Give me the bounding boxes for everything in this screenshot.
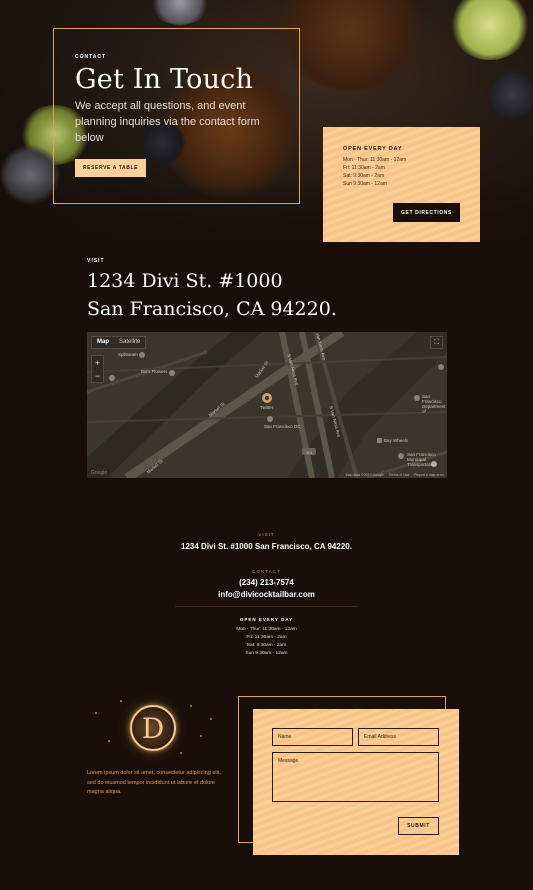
info-address: 1234 Divi St. #1000 San Francisco, CA 94…	[181, 542, 352, 551]
info-hours-line: Fri: 11:30am - 2am	[246, 635, 287, 640]
poi-icon[interactable]	[414, 395, 420, 401]
map-label: Bis's Flowers	[141, 369, 168, 374]
hours-line: Mon - Thur: 11:30am - 12am	[343, 157, 407, 163]
visit-eyebrow: VISIT	[87, 258, 105, 264]
info-contact-eyebrow: CONTACT	[252, 569, 281, 574]
visit-address: 1234 Divi St. #1000 San Francisco, CA 94…	[87, 267, 337, 323]
sparkle	[210, 718, 212, 720]
zoom-in-button[interactable]: +	[92, 356, 103, 369]
berry-decoration	[490, 70, 533, 120]
poi-icon[interactable]	[169, 370, 175, 376]
map-pin-center	[265, 396, 269, 400]
map-label: San Francisco Municipal Transportation	[407, 452, 436, 467]
zoom-out-button[interactable]: −	[92, 369, 103, 382]
contact-form: Name Email Address Message SUBMIT	[253, 709, 459, 855]
ice-decoration-2	[150, 0, 210, 25]
sparkle	[108, 740, 110, 742]
info-hours-line: Sat: 9:30am - 2am	[246, 643, 287, 648]
hours-line: Sun 9:30am - 12am	[343, 181, 387, 187]
address-line-2: San Francisco, CA 94220.	[87, 298, 337, 320]
hours-list: Mon - Thur: 11:30am - 12am Fri: 11:30am …	[343, 156, 406, 188]
terms-link[interactable]: Terms of Use	[389, 473, 410, 477]
hero-eyebrow: CONTACT	[75, 54, 107, 60]
email-field[interactable]: Email Address	[358, 728, 439, 746]
map-label: San Francisco Department of	[422, 394, 446, 414]
poi-icon[interactable]	[139, 352, 145, 358]
sparkle	[95, 712, 97, 714]
info-hours-list: Mon - Thur: 11:30am - 12am Fri: 11:30am …	[0, 626, 533, 658]
footer-description: Lorem ipsum dolor sit amet, consectetur …	[87, 770, 221, 795]
map-type-satellite[interactable]: Satellite	[114, 337, 145, 348]
info-email[interactable]: info@divicocktailbar.com	[0, 590, 533, 599]
lime-decoration	[450, 0, 530, 60]
page-title: Get In Touch	[75, 64, 254, 95]
info-hours-line: Mon - Thur: 11:30am - 12am	[236, 627, 297, 632]
map-label: Bay Wheels	[384, 438, 409, 443]
map-type-toggle[interactable]: Map Satellite	[91, 336, 147, 349]
info-visit-eyebrow: VISIT	[258, 532, 275, 537]
address-line-1: 1234 Divi St. #1000	[87, 270, 283, 292]
map-label: Twitter	[260, 405, 274, 410]
hours-card: OPEN EVERY DAY Mon - Thur: 11:30am - 12a…	[323, 127, 480, 242]
poi-icon[interactable]	[398, 453, 404, 459]
poi-icon[interactable]	[438, 364, 444, 370]
info-hours-title: OPEN EVERY DAY	[239, 617, 294, 622]
submit-button[interactable]: SUBMIT	[398, 817, 439, 835]
embedded-map[interactable]: Map Satellite ⛶ + − Splitseam Bis's Flow…	[87, 332, 447, 478]
map-data-credit: Map data ©2019 Google	[345, 473, 384, 477]
sparkle	[180, 752, 182, 754]
map-label: San Francisco DC	[264, 424, 301, 429]
highway-label: 101	[306, 450, 313, 455]
sparkle	[200, 735, 202, 737]
map-type-map[interactable]: Map	[92, 337, 114, 348]
google-logo: Google	[91, 470, 108, 476]
map-label: Splitseam	[118, 352, 138, 357]
fullscreen-icon[interactable]: ⛶	[430, 336, 443, 349]
poi-icon[interactable]	[109, 375, 115, 381]
info-hours-line: Sun 9:30am - 12am	[245, 651, 288, 656]
message-field[interactable]: Message	[272, 752, 439, 802]
brand-logo: D	[117, 693, 187, 763]
divider	[175, 606, 358, 607]
poi-icon[interactable]	[267, 416, 273, 422]
get-directions-button[interactable]: GET DIRECTIONS	[393, 203, 460, 222]
info-phone[interactable]: (234) 213-7574	[0, 578, 533, 587]
zoom-control[interactable]: + −	[91, 355, 104, 383]
report-error-link[interactable]: Report a map error	[414, 473, 444, 477]
hours-line: Fri: 11:30am - 2am	[343, 165, 385, 171]
sparkle	[190, 705, 192, 707]
bike-icon[interactable]	[377, 438, 382, 443]
name-field[interactable]: Name	[272, 728, 353, 746]
sparkle	[120, 700, 122, 702]
logo-mark: D	[130, 705, 176, 751]
hero-subtitle: We accept all questions, and event plann…	[75, 100, 260, 144]
hours-line: Sat: 9:30am - 2am	[343, 173, 385, 179]
hours-title: OPEN EVERY DAY	[343, 146, 403, 152]
reserve-table-button[interactable]: RESERVE A TABLE	[75, 159, 146, 177]
map-attribution: Map data ©2019 Google Terms of Use Repor…	[346, 473, 444, 477]
